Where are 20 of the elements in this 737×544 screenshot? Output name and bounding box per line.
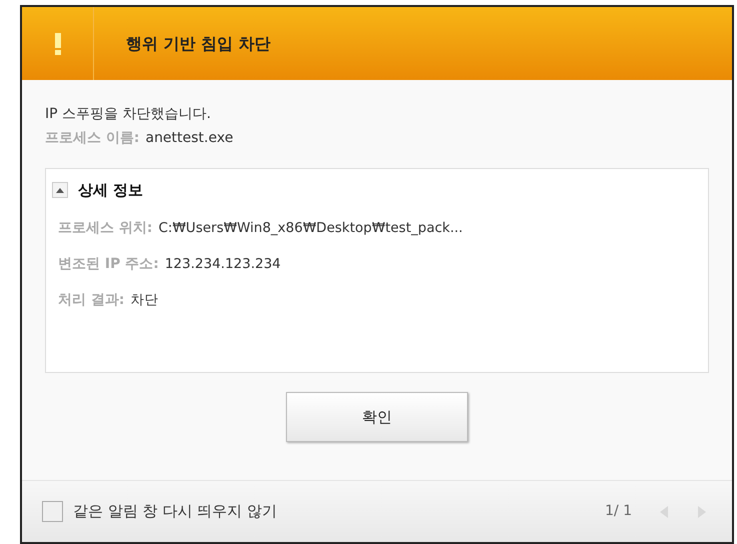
field-label: 처리 결과: <box>58 290 124 310</box>
collapse-toggle[interactable] <box>52 182 68 198</box>
field-value: C:₩Users₩Win8_x86₩Desktop₩test_pack... <box>158 218 463 238</box>
left-arrow-icon <box>660 506 668 518</box>
window-title: 행위 기반 침입 차단 <box>126 32 271 54</box>
field-value: 123.234.123.234 <box>164 254 281 274</box>
warning-icon <box>54 32 60 54</box>
triangle-up-icon <box>56 188 64 193</box>
details-title: 상세 정보 <box>78 180 144 201</box>
right-arrow-icon <box>698 506 706 518</box>
field-label: 프로세스 이름: <box>45 129 140 148</box>
ok-button[interactable]: 확인 <box>286 392 468 442</box>
message-text: IP 스푸핑을 차단했습니다. <box>45 105 212 124</box>
field-label: 프로세스 위치: <box>58 218 152 238</box>
page-counter: 1/ 1 <box>605 502 632 521</box>
checkbox[interactable] <box>42 501 63 522</box>
field-label: 변조된 IP 주소: <box>58 254 159 274</box>
checkbox-label: 같은 알림 창 다시 띄우지 않기 <box>73 501 277 522</box>
field-value: anettest.exe <box>145 129 234 148</box>
field-value: 차단 <box>130 290 158 310</box>
